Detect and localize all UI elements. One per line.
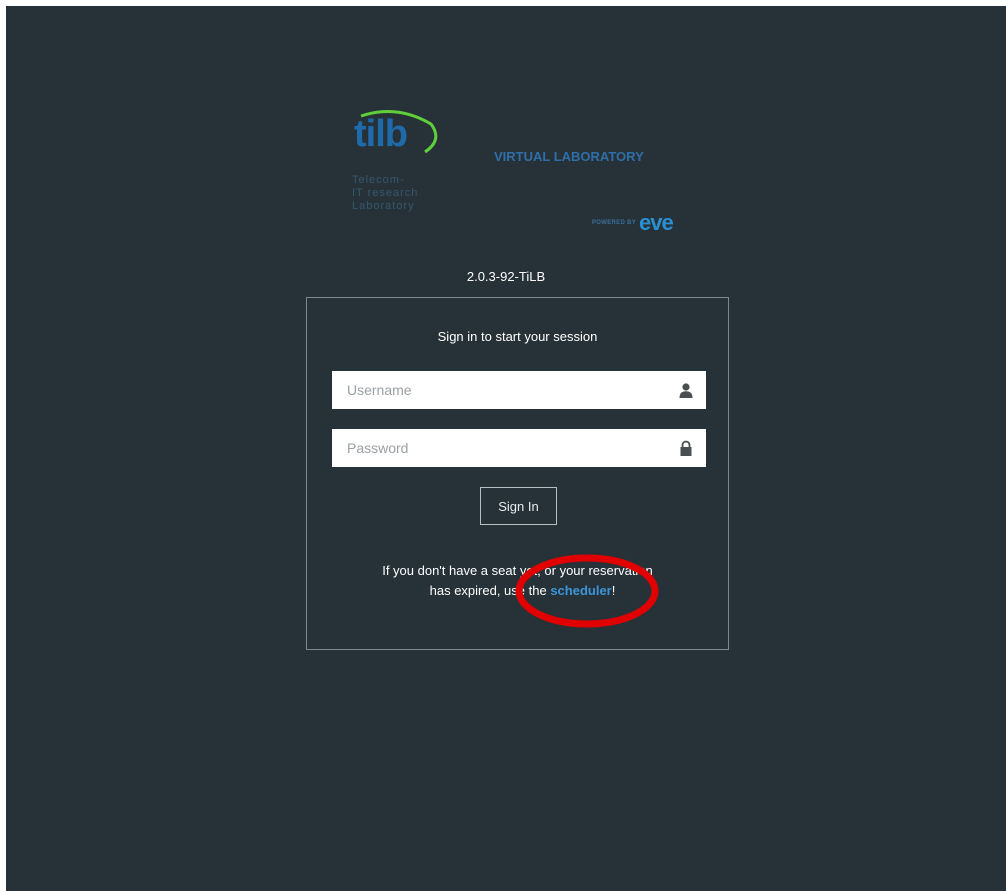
password-input[interactable] bbox=[332, 429, 669, 467]
help-line-2: has expired, use the scheduler! bbox=[307, 581, 728, 601]
help-text: If you don't have a seat yet, or your re… bbox=[307, 561, 728, 601]
scheduler-link[interactable]: scheduler bbox=[550, 583, 611, 598]
login-page: tilb Telecom- IT research Laboratory VIR… bbox=[6, 6, 1006, 891]
username-field bbox=[332, 371, 706, 409]
logo-text: tilb bbox=[354, 113, 408, 155]
user-icon bbox=[679, 383, 693, 398]
lock-icon bbox=[680, 440, 692, 456]
version-label: 2.0.3-92-TiLB bbox=[466, 269, 546, 284]
logo-subtitle: Telecom- IT research Laboratory bbox=[352, 174, 419, 212]
login-box: Sign in to start your session Sign In If… bbox=[306, 297, 729, 650]
help-line-1: If you don't have a seat yet, or your re… bbox=[382, 563, 653, 578]
login-title: Sign in to start your session bbox=[437, 329, 598, 344]
help-suffix: ! bbox=[611, 583, 616, 598]
help-prefix: has expired, use the bbox=[429, 583, 551, 598]
eve-logo: eve bbox=[639, 210, 674, 235]
sign-in-button[interactable]: Sign In bbox=[480, 487, 557, 525]
powered-by-label: POWERED BY bbox=[592, 220, 637, 226]
tagline: VIRTUAL LABORATORY bbox=[494, 149, 644, 164]
password-field bbox=[332, 429, 706, 467]
username-input[interactable] bbox=[332, 371, 669, 409]
tilb-logo: tilb Telecom- IT research Laboratory bbox=[347, 106, 457, 226]
powered-by: POWERED BY eve bbox=[592, 210, 674, 235]
